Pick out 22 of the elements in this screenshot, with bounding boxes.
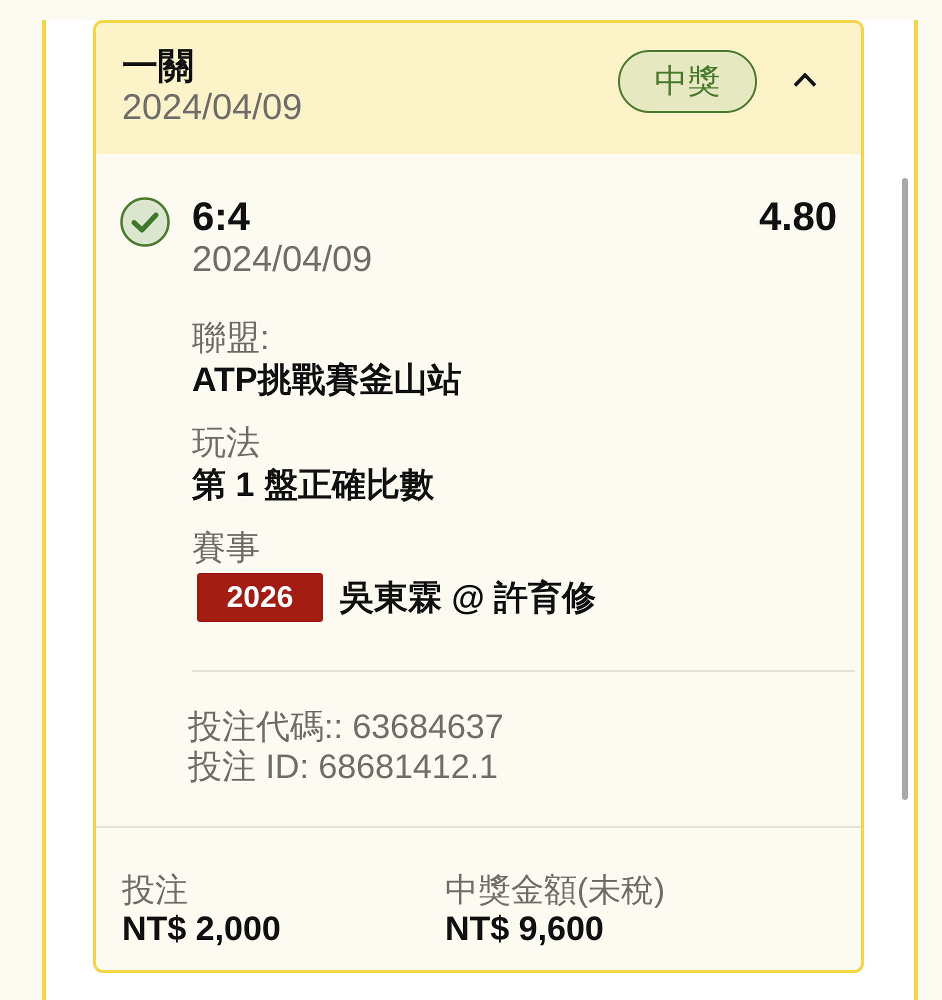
field-value: 第 1 盤正確比數 bbox=[192, 465, 435, 506]
bet-type-title: 一關 bbox=[122, 45, 195, 87]
odds-value: 4.80 bbox=[759, 195, 837, 239]
chevron-up-icon[interactable] bbox=[793, 73, 817, 87]
bet-date: 2024/04/09 bbox=[122, 87, 304, 127]
field-label: 玩法 bbox=[192, 423, 261, 464]
amount-label: 中獎金額(未稅) bbox=[445, 871, 666, 909]
event-number-tag: 2026 bbox=[197, 573, 323, 622]
scrollbar-thumb[interactable] bbox=[902, 178, 908, 800]
status-badge: 中獎 bbox=[618, 50, 757, 112]
amount-value: NT$ 2,000 bbox=[122, 909, 282, 949]
amount-label: 投注 bbox=[122, 871, 189, 909]
bet-code-text: 投注代碼:: 63684637 bbox=[188, 707, 505, 747]
amount-value: NT$ 9,600 bbox=[445, 909, 605, 949]
bet-id-text: 投注 ID: 68681412.1 bbox=[188, 747, 499, 787]
selection-pick: 6:4 bbox=[192, 195, 250, 239]
field-label: 聯盟: bbox=[192, 318, 270, 359]
card-header[interactable]: 一關 2024/04/09 中獎 bbox=[96, 23, 861, 154]
field-value: ATP挑戰賽釜山站 bbox=[192, 360, 462, 401]
match-name: 吳東霖 @ 許育修 bbox=[340, 578, 596, 618]
field-label: 賽事 bbox=[192, 528, 261, 569]
selection-date: 2024/04/09 bbox=[192, 239, 374, 279]
